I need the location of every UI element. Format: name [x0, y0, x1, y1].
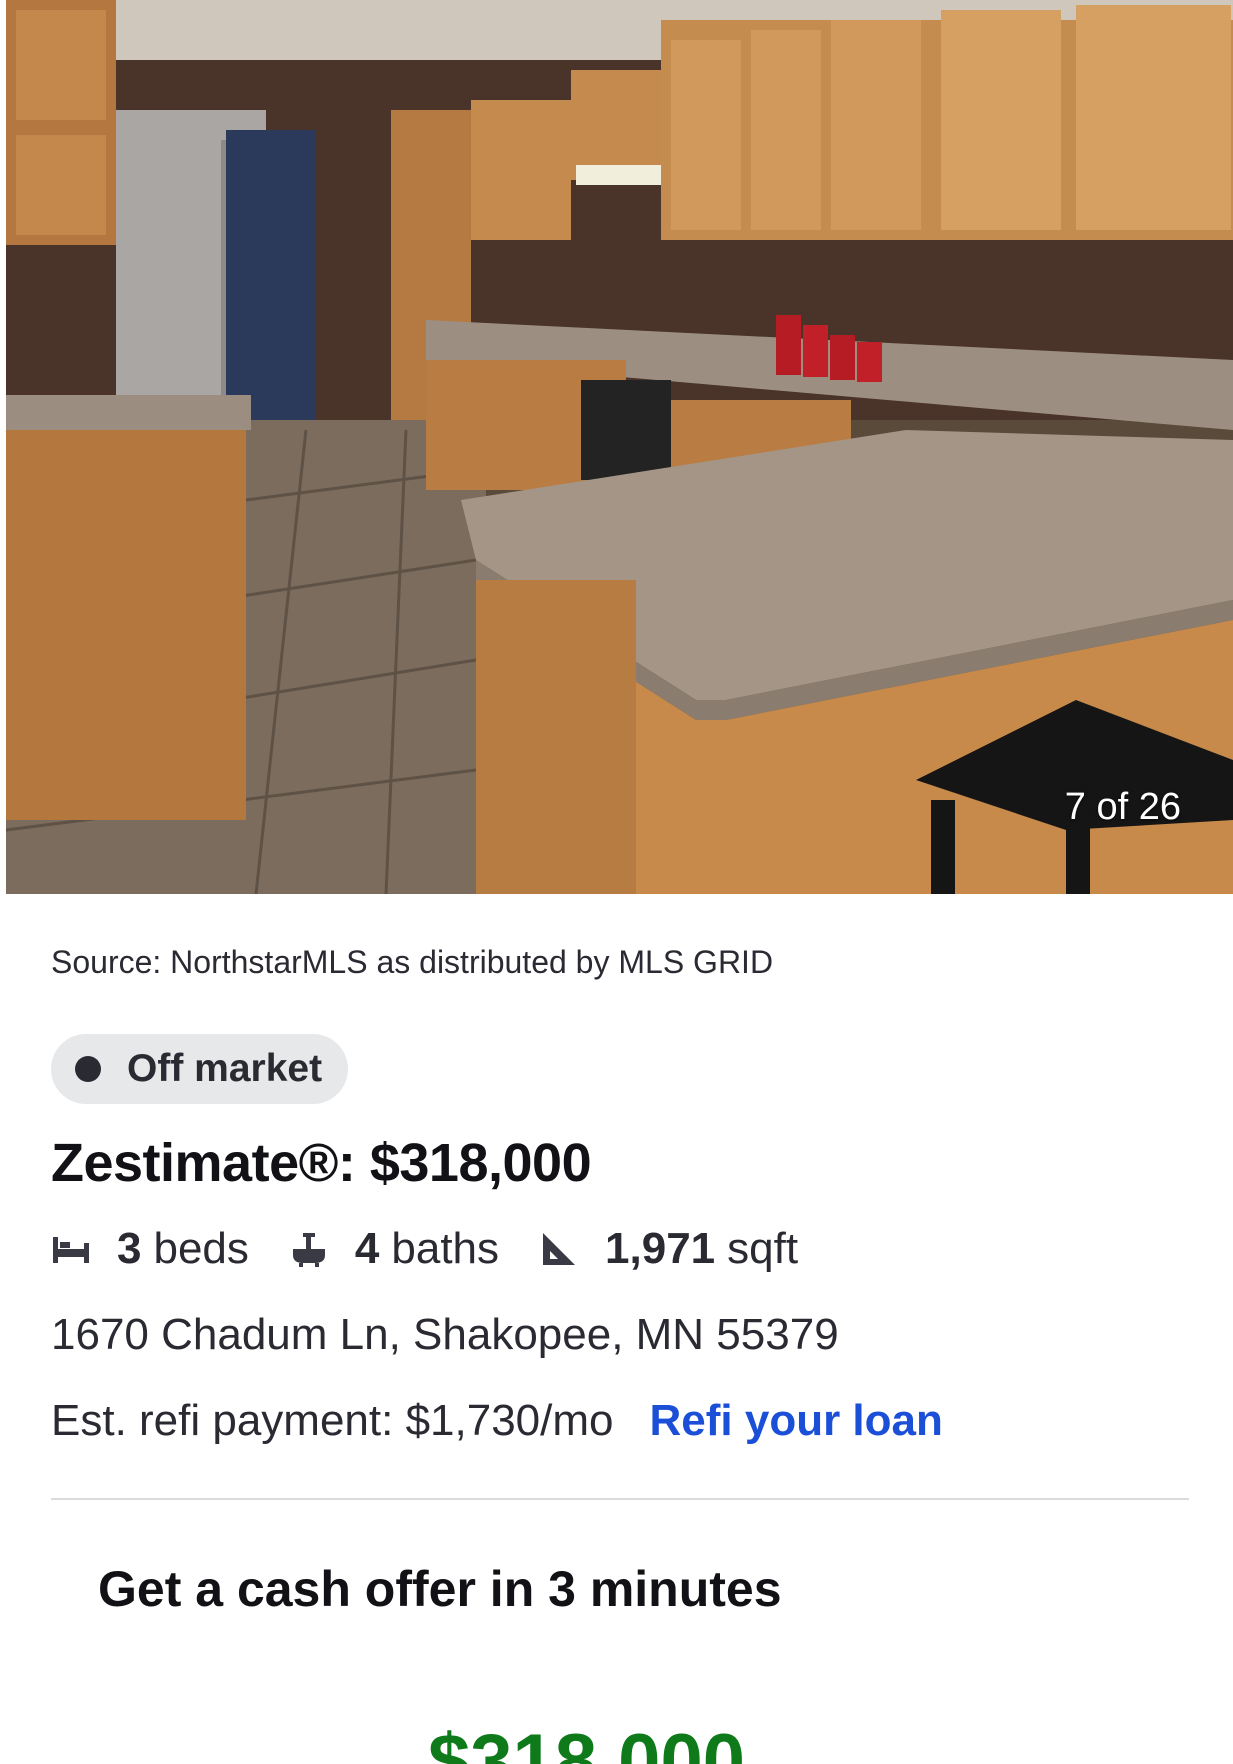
section-divider: [51, 1498, 1189, 1500]
baths-fact: 4 baths: [289, 1224, 499, 1274]
refi-row: Est. refi payment: $1,730/mo Refi your l…: [51, 1396, 943, 1446]
status-badge: Off market: [51, 1034, 349, 1104]
beds-label: beds: [153, 1224, 249, 1273]
bed-icon: [53, 1237, 89, 1263]
property-address: 1670 Chadum Ln, Shakopee, MN 55379: [51, 1310, 839, 1359]
baths-count: 4: [354, 1224, 380, 1273]
sqft-fact: 1,971 sqft: [539, 1224, 798, 1274]
sqft-label: sqft: [727, 1224, 799, 1273]
beds-fact: 3 beds: [51, 1224, 249, 1274]
listing-source: Source: NorthstarMLS as distributed by M…: [51, 944, 774, 980]
zestimate-price: Zestimate®: $318,000: [51, 1133, 592, 1193]
kitchen-photo-image: [6, 0, 1233, 894]
refi-loan-link[interactable]: Refi your loan: [650, 1396, 943, 1446]
cash-offer-value: $318,000: [428, 1719, 745, 1764]
photo-counter: 7 of 26: [1064, 786, 1181, 828]
listing-photo[interactable]: 7 of 26: [6, 0, 1233, 894]
bath-icon: [292, 1233, 325, 1267]
ruler-triangle-icon: [543, 1233, 576, 1265]
status-label: Off market: [127, 1047, 323, 1090]
status-dot-icon: [75, 1056, 101, 1082]
sqft-count: 1,971: [605, 1224, 716, 1273]
beds-count: 3: [117, 1224, 142, 1273]
baths-label: baths: [391, 1224, 500, 1273]
home-facts: 3 beds 4 baths 1,971 sqft: [51, 1224, 838, 1274]
refi-payment-text: Est. refi payment: $1,730/mo: [51, 1396, 614, 1445]
cash-offer-heading: Get a cash offer in 3 minutes: [98, 1561, 782, 1617]
